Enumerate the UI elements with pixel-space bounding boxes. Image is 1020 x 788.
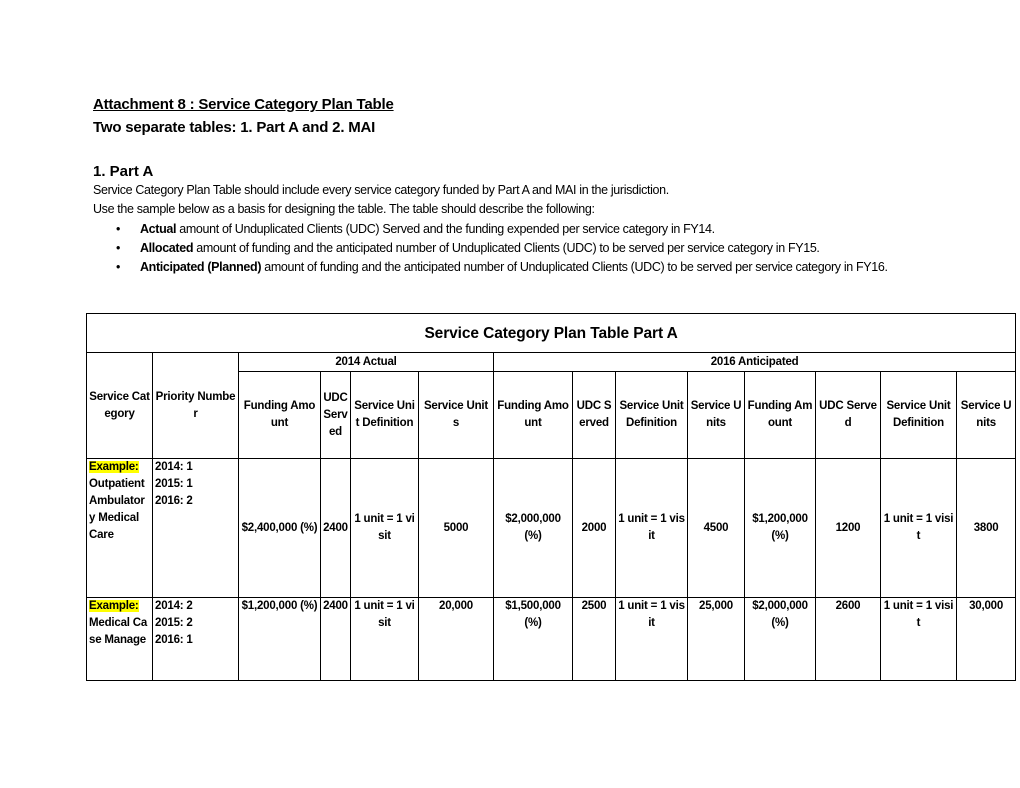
data-cell: 4500 (687, 458, 745, 598)
bullet-text: amount of Unduplicated Clients (UDC) Ser… (176, 222, 715, 236)
table-caption: Service Category Plan Table Part A (85, 313, 1017, 353)
intro-paragraph: Service Category Plan Table should inclu… (93, 183, 669, 197)
group-header-2014-actual: 2014 Actual (238, 352, 494, 372)
column-header: Service Units (418, 371, 494, 459)
service-category-cell: Example: Medical Case Manage (86, 597, 153, 681)
bullet-bold-term: Allocated (140, 241, 194, 255)
data-cell: 1 unit = 1 visit (350, 597, 419, 681)
category-name: Medical Case Manage (89, 617, 148, 646)
data-cell: $1,200,000 (%) (238, 597, 321, 681)
data-cell: 2000 (572, 458, 616, 598)
category-name: Outpatient Ambulatory Medical Care (89, 478, 145, 541)
example-highlight: Example: (89, 461, 139, 473)
list-item: • Actual amount of Unduplicated Clients … (93, 220, 943, 239)
priority-cell: 2014: 1 2015: 1 2016: 2 (152, 458, 239, 598)
document-page: Attachment 8 : Service Category Plan Tab… (0, 0, 1020, 788)
document-title: Attachment 8 : Service Category Plan Tab… (93, 96, 394, 113)
bullet-dot-icon: • (116, 241, 121, 255)
header-priority-number: Priority Number (152, 352, 239, 459)
data-cell: 2400 (320, 597, 351, 681)
header-service-category: Service Category (86, 352, 153, 459)
data-cell: $1,500,000 (%) (493, 597, 573, 681)
section-heading: 1. Part A (93, 163, 154, 180)
data-cell: 2500 (572, 597, 616, 681)
column-header: Funding Amount (744, 371, 816, 459)
data-cell: $2,000,000 (%) (744, 597, 816, 681)
bullet-bold-term: Actual (140, 222, 177, 236)
priority-cell: 2014: 2 2015: 2 2016: 1 (152, 597, 239, 681)
data-cell: $1,200,000 (%) (744, 458, 816, 598)
data-cell: 2600 (815, 597, 881, 681)
table-row: Example: Outpatient Ambulatory Medical C… (86, 458, 1017, 598)
data-cell: $2,400,000 (%) (238, 458, 321, 598)
column-header: UDC Served (320, 371, 351, 459)
bullet-text: amount of funding and the anticipated nu… (193, 241, 820, 255)
data-cell: $2,000,000 (%) (493, 458, 573, 598)
data-cell: 30,000 (955, 597, 1017, 681)
instruction-paragraph: Use the sample below as a basis for desi… (93, 202, 595, 216)
column-header: Funding Amount (493, 371, 573, 459)
data-cell: 1 unit = 1 visit (615, 458, 688, 598)
list-item: • Allocated amount of funding and the an… (93, 239, 943, 258)
column-header: Service Unit Definition (880, 371, 957, 459)
data-cell: 1 unit = 1 visit (350, 458, 419, 598)
data-cell: 20,000 (418, 597, 494, 681)
column-header: UDC Served (815, 371, 881, 459)
data-cell: 1 unit = 1 visit (880, 597, 957, 681)
bullet-dot-icon: • (116, 222, 121, 236)
column-header: Service Unit Definition (615, 371, 688, 459)
data-cell: 25,000 (687, 597, 745, 681)
data-cell: 5000 (418, 458, 494, 598)
column-header: Service Units (955, 371, 1017, 459)
data-cell: 2400 (320, 458, 351, 598)
requirements-list: • Actual amount of Unduplicated Clients … (93, 220, 943, 277)
bullet-text: amount of funding and the anticipated nu… (261, 260, 888, 274)
bullet-dot-icon: • (116, 260, 121, 274)
bullet-bold-term: Anticipated (Planned) (140, 260, 262, 274)
service-category-plan-table: Service Category Plan Table Part A Servi… (85, 313, 1017, 681)
column-header: Funding Amount (238, 371, 321, 459)
data-cell: 3800 (955, 458, 1017, 598)
data-cell: 1 unit = 1 visit (615, 597, 688, 681)
service-category-cell: Example: Outpatient Ambulatory Medical C… (86, 458, 153, 598)
list-item: • Anticipated (Planned) amount of fundin… (93, 258, 943, 277)
column-header: Service Unit Definition (350, 371, 419, 459)
column-header: Service Units (687, 371, 745, 459)
table-row: Example: Medical Case Manage 2014: 2 201… (86, 597, 1017, 681)
column-header: UDC Served (572, 371, 616, 459)
data-cell: 1 unit = 1 visit (880, 458, 957, 598)
group-header-2016-anticipated: 2016 Anticipated (492, 352, 1017, 372)
example-highlight: Example: (89, 600, 139, 612)
document-subtitle: Two separate tables: 1. Part A and 2. MA… (93, 119, 376, 136)
data-cell: 1200 (815, 458, 881, 598)
